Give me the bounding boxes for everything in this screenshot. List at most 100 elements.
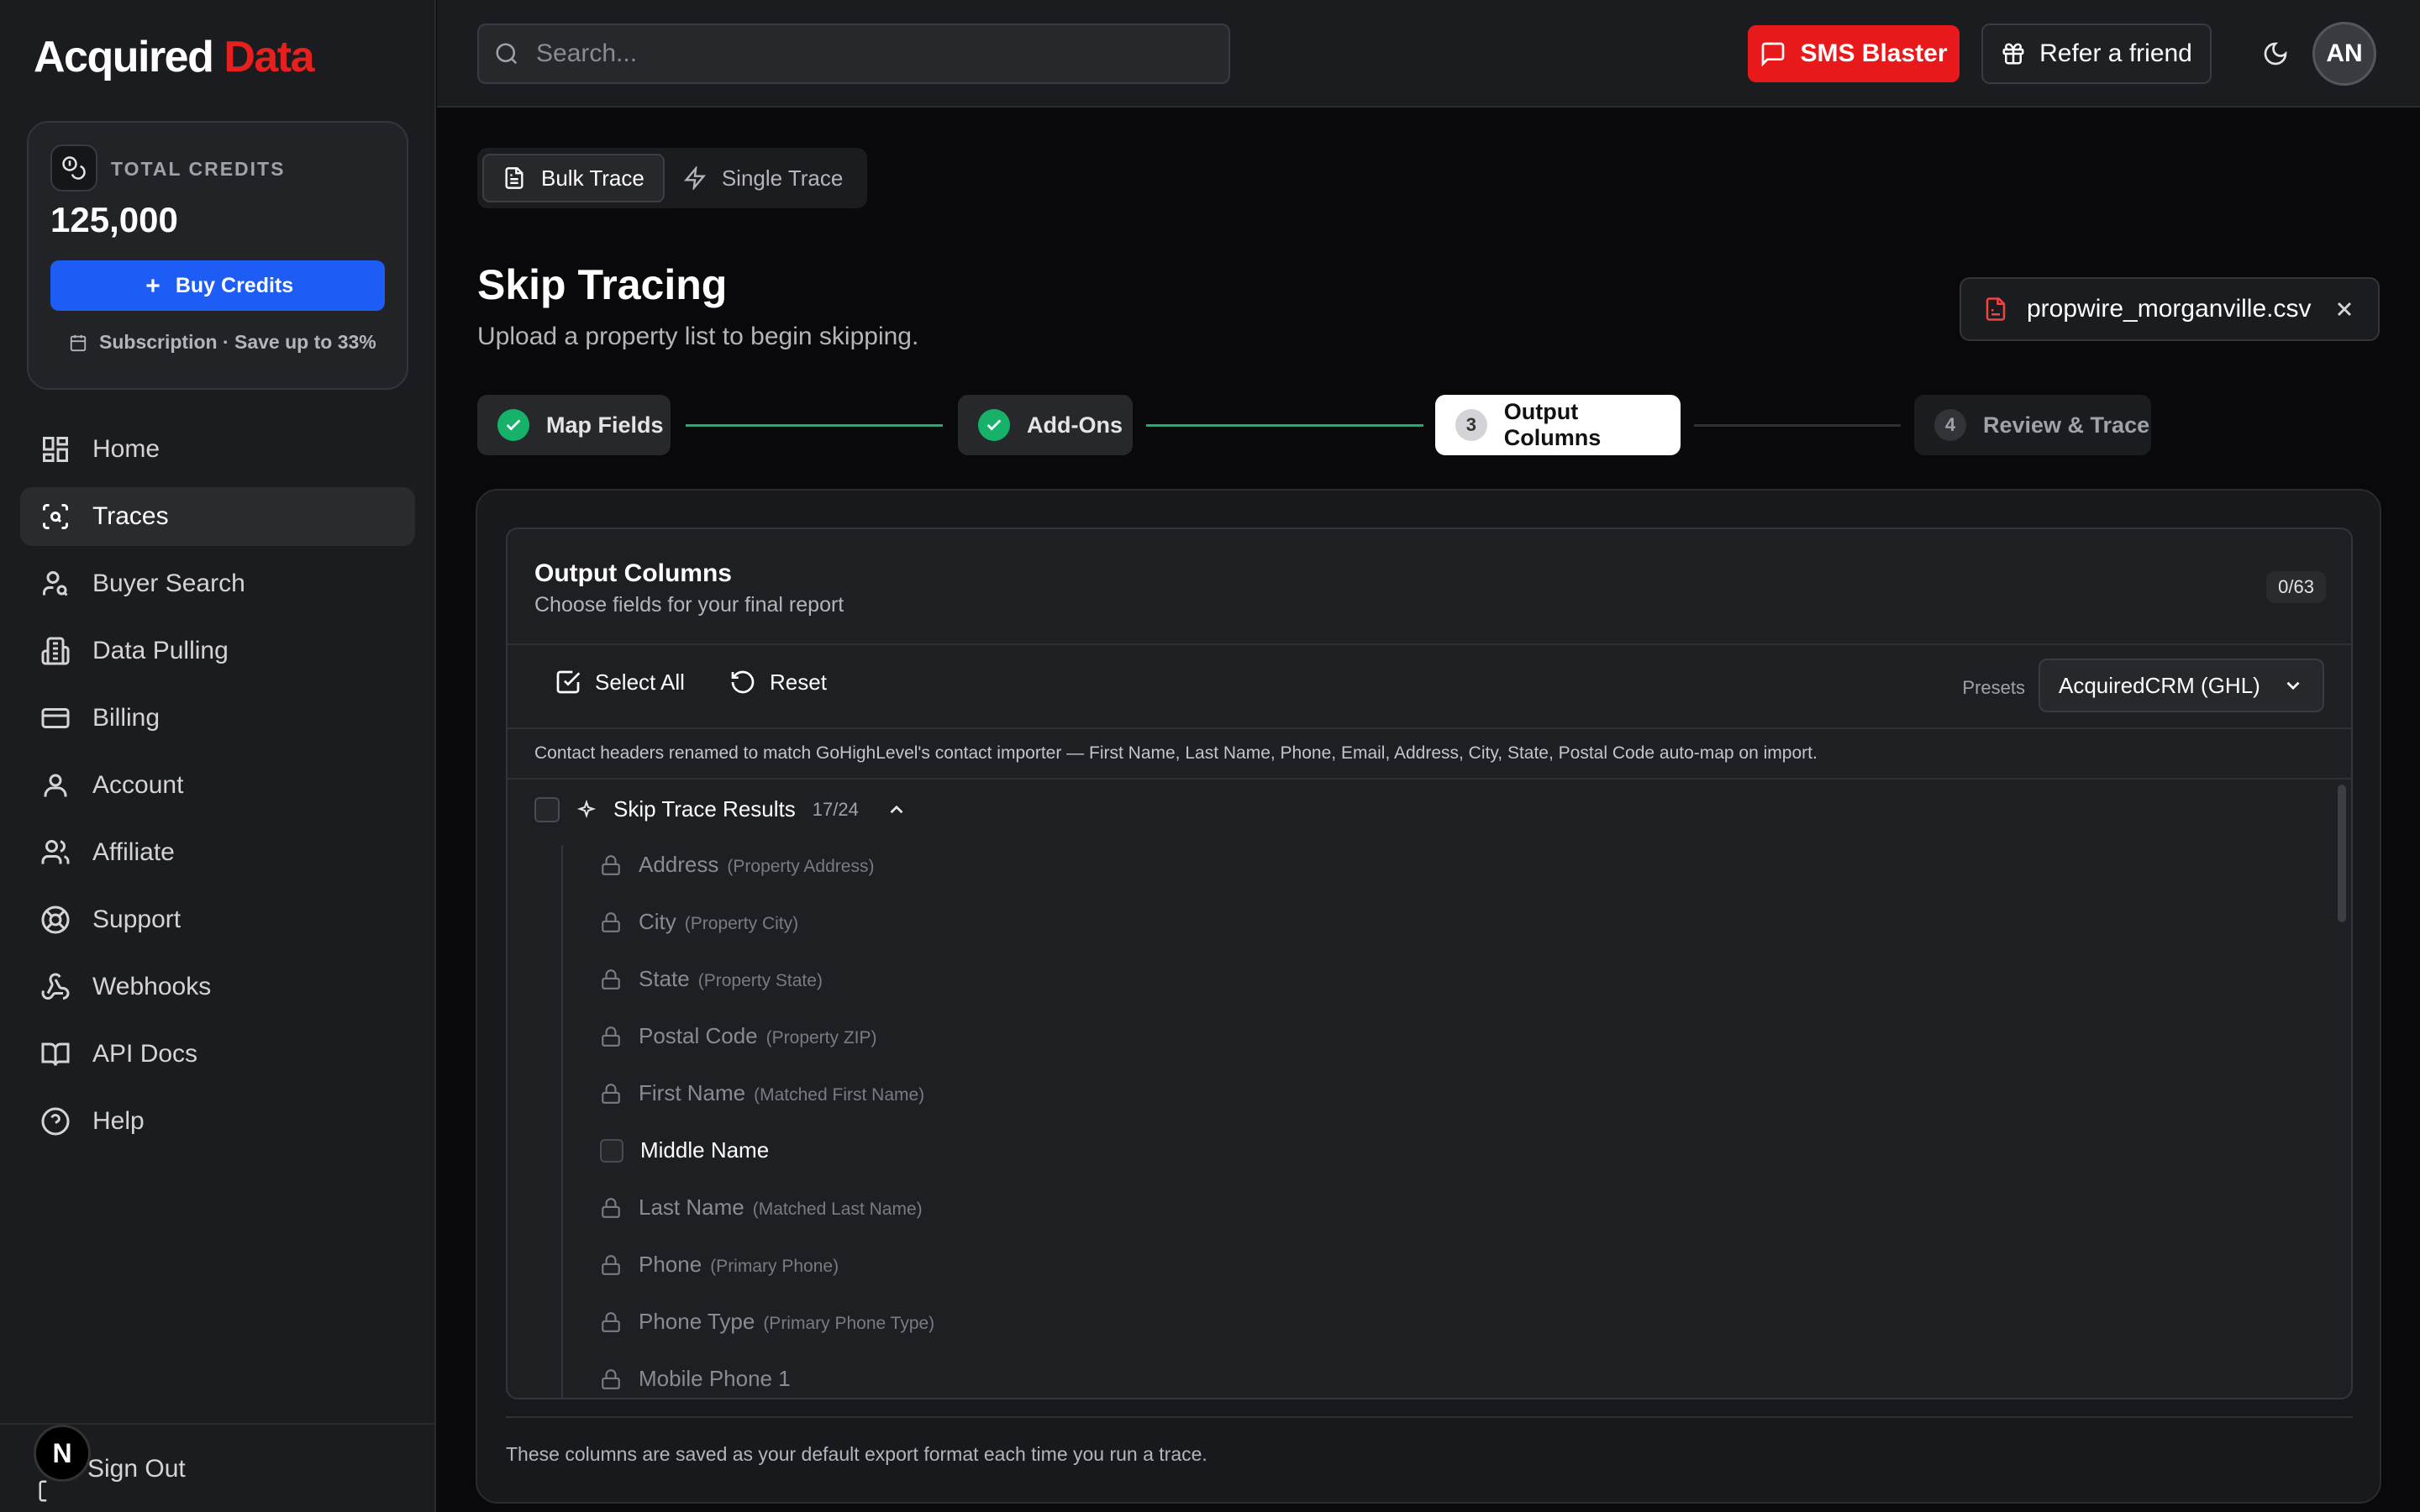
field-row-mobile-phone-1: Mobile Phone 1 — [600, 1366, 791, 1392]
sparkles-icon — [576, 799, 597, 818]
buy-credits-label: Buy Credits — [175, 273, 294, 297]
avatar[interactable]: AN — [2312, 22, 2376, 86]
tab-bulk-trace[interactable]: Bulk Trace — [482, 154, 665, 202]
sidebar-item-support[interactable]: Support — [20, 890, 415, 949]
sidebar-item-home[interactable]: Home — [20, 420, 415, 479]
field-checkbox[interactable] — [600, 1138, 623, 1163]
n-badge[interactable]: N — [34, 1425, 91, 1482]
scrollbar-thumb[interactable] — [2338, 785, 2346, 922]
tab-single-trace[interactable]: Single Trace — [665, 154, 862, 202]
group-count: 17/24 — [812, 798, 859, 820]
step-review-trace[interactable]: 4 Review & Trace — [1914, 395, 2151, 455]
sms-blaster-button[interactable]: SMS Blaster — [1748, 25, 1960, 82]
sidebar-item-api-docs[interactable]: API Docs — [20, 1025, 415, 1084]
moon-icon[interactable] — [2262, 40, 2289, 67]
log-out-icon — [39, 1480, 47, 1502]
step-label: Add-Ons — [1027, 412, 1123, 438]
subscription-link[interactable]: Subscription · Save up to 33% — [69, 331, 376, 354]
sidebar-item-webhooks[interactable]: Webhooks — [20, 958, 415, 1016]
file-text-icon — [505, 167, 523, 189]
field-label: City — [639, 909, 676, 934]
presets-value: AcquiredCRM (GHL) — [2059, 672, 2260, 698]
select-all-label: Select All — [595, 669, 685, 695]
group-name: Skip Trace Results — [613, 796, 796, 822]
credits-value: 125,000 — [50, 200, 178, 239]
search-input[interactable]: Search... — [477, 24, 1230, 84]
sidebar-item-label: Buyer Search — [92, 570, 245, 597]
step-label: Map Fields — [546, 412, 664, 438]
scan-search-icon — [43, 504, 68, 529]
rotate-ccw-icon — [731, 670, 755, 694]
sidebar-item-traces[interactable]: Traces — [20, 487, 415, 546]
field-row-middle-name[interactable]: Middle Name — [600, 1137, 769, 1163]
step-output-columns[interactable]: 3 Output Columns — [1435, 395, 1681, 455]
sidebar-item-buyer-search[interactable]: Buyer Search — [20, 554, 415, 613]
sidebar-item-data-pulling[interactable]: Data Pulling — [20, 622, 415, 680]
reset-label: Reset — [770, 669, 827, 695]
check-square-icon — [556, 670, 581, 694]
sidebar-item-label: Traces — [92, 502, 169, 530]
lock-icon — [602, 969, 620, 990]
refer-friend-button[interactable]: Refer a friend — [1981, 24, 2212, 84]
file-name: propwire_morganville.csv — [2027, 295, 2312, 323]
group-checkbox[interactable] — [534, 796, 560, 822]
sidebar-item-label: Help — [92, 1107, 145, 1135]
columns-toolbar: Select All Reset Presets AcquiredCRM (GH… — [508, 647, 2351, 727]
presets-label: Presets — [1962, 677, 2025, 698]
field-label: Mobile Phone 1 — [639, 1366, 791, 1391]
group-skip-trace-results[interactable]: Skip Trace Results 17/24 — [534, 796, 908, 822]
selected-count-badge: 0/63 — [2266, 571, 2326, 603]
sidebar-nav: Home Traces Buyer Search Data Pulling Bi… — [20, 420, 415, 1159]
brand-name-part1: Acquired — [34, 33, 214, 81]
page-subtitle: Upload a property list to begin skipping… — [477, 323, 919, 350]
grid-icon — [43, 437, 68, 462]
sidebar-item-affiliate[interactable]: Affiliate — [20, 823, 415, 882]
columns-list[interactable]: Skip Trace Results 17/24 Address (Propert… — [508, 780, 2351, 1398]
search-icon — [496, 43, 518, 65]
sidebar: Acquired Data TOTAL CREDITS 125,000 Buy … — [0, 0, 436, 1512]
step-connector — [1694, 424, 1901, 427]
chevron-up-icon[interactable] — [886, 799, 908, 821]
sidebar-item-account[interactable]: Account — [20, 756, 415, 815]
step-number: 3 — [1455, 409, 1487, 441]
step-label: Output Columns — [1503, 399, 1602, 450]
sidebar-item-label: Account — [92, 771, 184, 799]
uploaded-file-chip: propwire_morganville.csv — [1960, 277, 2380, 341]
field-label: Middle Name — [640, 1137, 770, 1163]
coins-icon — [50, 144, 97, 192]
credit-card-icon — [41, 708, 70, 728]
card-title: Output Columns — [534, 559, 732, 587]
sign-out-button[interactable]: Sign Out — [87, 1455, 186, 1483]
field-hint: (Primary Phone Type) — [763, 1314, 935, 1333]
buy-credits-button[interactable]: Buy Credits — [50, 260, 385, 311]
lock-icon — [602, 1026, 620, 1047]
building-icon — [41, 637, 70, 665]
plus-icon — [146, 279, 160, 292]
step-map-fields[interactable]: Map Fields — [477, 395, 671, 455]
brand-logo[interactable]: Acquired Data — [34, 32, 315, 82]
field-label: Phone — [639, 1252, 702, 1277]
sidebar-item-help[interactable]: Help — [20, 1092, 415, 1151]
output-columns-panel: Output Columns Choose fields for your fi… — [476, 489, 2381, 1504]
field-label: First Name — [639, 1080, 746, 1105]
message-square-icon — [1762, 42, 1785, 67]
gift-icon — [2002, 43, 2024, 65]
sidebar-item-billing[interactable]: Billing — [20, 689, 415, 748]
check-icon — [978, 409, 1010, 441]
step-connector — [1146, 424, 1423, 427]
tree-line — [561, 845, 563, 1398]
step-add-ons[interactable]: Add-Ons — [958, 395, 1133, 455]
lock-icon — [602, 1083, 620, 1104]
select-all-button[interactable]: Select All — [555, 669, 685, 696]
reset-button[interactable]: Reset — [729, 669, 827, 696]
field-label: State — [639, 966, 690, 991]
presets-select[interactable]: AcquiredCRM (GHL) — [2039, 659, 2324, 712]
step-label: Review & Trace — [1983, 412, 2150, 438]
close-icon[interactable] — [2333, 297, 2356, 321]
file-icon — [1986, 297, 2006, 321]
field-hint: (Property Address) — [727, 857, 875, 876]
field-row-phone: Phone (Primary Phone) — [600, 1252, 839, 1278]
sidebar-item-label: Webhooks — [92, 973, 212, 1000]
trace-mode-tabs: Bulk Trace Single Trace — [477, 148, 867, 208]
page-title: Skip Tracing — [477, 261, 728, 308]
